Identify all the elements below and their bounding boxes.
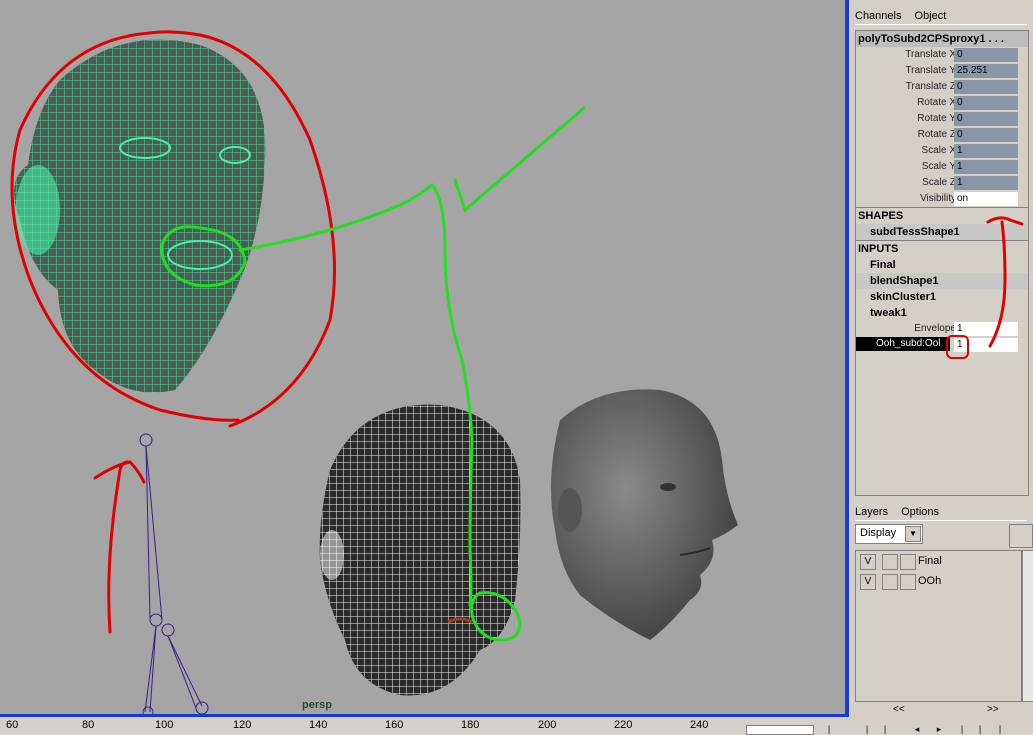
layer-playback-toggle[interactable] [882, 574, 898, 590]
layer-menubar: Layers Options [855, 504, 1027, 521]
channel-row[interactable]: Scale X1 [856, 143, 1028, 159]
channel-row[interactable]: Rotate X0 [856, 95, 1028, 111]
inputs-header: INPUTS [856, 240, 1028, 257]
step-back-button[interactable]: | [860, 724, 874, 734]
channel-box-menubar: Channels Object [855, 8, 1027, 25]
input-node-tweak[interactable]: tweak1 [856, 305, 1028, 321]
layer-name[interactable]: Final [918, 555, 942, 567]
3d-viewport[interactable]: persp [0, 0, 845, 714]
step-forward-key-button[interactable]: | [955, 724, 969, 734]
envelope-value[interactable]: 1 [954, 322, 1018, 336]
channel-row[interactable]: Rotate Z0 [856, 127, 1028, 143]
channel-value[interactable]: 0 [954, 48, 1018, 62]
viewport-camera-label: persp [302, 699, 332, 711]
channel-value[interactable]: 0 [954, 128, 1018, 142]
envelope-label: Envelope [914, 323, 956, 334]
channel-row[interactable]: Rotate Y0 [856, 111, 1028, 127]
input-node-final[interactable]: Final [856, 257, 1028, 273]
channel-value[interactable]: 1 [954, 144, 1018, 158]
shapes-header: SHAPES [856, 207, 1028, 224]
shaded-head[interactable] [551, 389, 738, 640]
channel-value[interactable]: 0 [954, 80, 1018, 94]
layer-pager: << >> [855, 704, 1033, 717]
channel-row[interactable]: Scale Z1 [856, 175, 1028, 191]
channel-label: Scale Y [921, 161, 956, 172]
channel-value[interactable]: 0 [954, 112, 1018, 126]
channel-box: polyToSubd2CPSproxy1 . . . Translate X0 … [855, 30, 1029, 496]
menu-object[interactable]: Object [915, 10, 947, 22]
channel-box-panel: Channels Object polyToSubd2CPSproxy1 . .… [849, 0, 1033, 717]
go-to-end-button[interactable]: | [993, 724, 1007, 734]
layer-row[interactable]: V OOh [856, 571, 1021, 591]
play-forward-button[interactable]: ▸ [932, 724, 946, 734]
channel-label: Scale Z [922, 177, 956, 188]
next-page-button[interactable]: >> [987, 704, 999, 715]
layer-display-value: Display [860, 527, 897, 539]
new-layer-icon[interactable] [1009, 524, 1033, 548]
channel-value[interactable]: 0 [954, 96, 1018, 110]
previous-page-button[interactable]: << [893, 704, 905, 715]
layer-visibility-toggle[interactable]: V [860, 554, 876, 570]
layer-list: V Final V OOh [855, 550, 1022, 702]
timeline-tick: 180 [461, 719, 480, 731]
timeline-tick: 160 [385, 719, 404, 731]
channel-label: Translate Y [905, 65, 956, 76]
channel-label: Visibility [920, 193, 956, 204]
input-node-skincluster[interactable]: skinCluster1 [856, 289, 1028, 305]
envelope-row[interactable]: Envelope 1 [856, 321, 1028, 337]
input-node-blendshape[interactable]: blendShape1 [856, 273, 1028, 289]
timeline-tick: 240 [690, 719, 709, 731]
step-back-key-button[interactable]: | [878, 724, 892, 734]
current-frame-field[interactable] [746, 725, 814, 735]
skeleton-rig[interactable] [139, 433, 209, 714]
shape-node[interactable]: subdTessShape1 [856, 224, 1028, 240]
wireframe-head-green[interactable] [14, 39, 266, 393]
channel-row[interactable]: Visibility on [856, 191, 1028, 207]
channel-row[interactable]: Translate X0 [856, 47, 1028, 63]
layer-scrollbar[interactable] [1022, 550, 1033, 702]
wireframe-head-white[interactable] [319, 404, 521, 696]
timeline-tick: 140 [309, 719, 328, 731]
layer-display-dropdown[interactable]: Display ▼ [855, 524, 923, 544]
channel-value[interactable]: 1 [954, 160, 1018, 174]
node-name[interactable]: polyToSubd2CPSproxy1 . . . [856, 31, 1028, 47]
channel-label: Translate X [905, 49, 956, 60]
channel-row[interactable]: Translate Y 25.251 [856, 63, 1028, 79]
channel-row[interactable]: Scale Y1 [856, 159, 1028, 175]
chevron-down-icon[interactable]: ▼ [905, 526, 921, 542]
layer-display-type-toggle[interactable] [900, 574, 916, 590]
channel-label: Rotate Y [917, 113, 956, 124]
layer-editor: Layers Options Display ▼ V Final V OOh < [855, 500, 1033, 717]
timeline-tick: 120 [233, 719, 252, 731]
channel-value[interactable]: 1 [954, 176, 1018, 190]
menu-options[interactable]: Options [901, 506, 939, 518]
channel-row[interactable]: Translate Z0 [856, 79, 1028, 95]
menu-layers[interactable]: Layers [855, 506, 888, 518]
timeline-tick: 200 [538, 719, 557, 731]
layer-playback-toggle[interactable] [882, 554, 898, 570]
layer-row[interactable]: V Final [856, 551, 1021, 571]
channel-value[interactable]: 25.251 [954, 64, 1018, 78]
go-to-start-button[interactable]: | [822, 724, 836, 734]
menu-channels[interactable]: Channels [855, 10, 901, 22]
layer-display-type-toggle[interactable] [900, 554, 916, 570]
channel-label: Scale X [921, 145, 956, 156]
layer-name[interactable]: OOh [918, 575, 941, 587]
blend-target-row[interactable]: Ooh_subd:Ool 1 [856, 337, 1028, 353]
blend-target-value[interactable]: 1 [954, 338, 1018, 352]
timeline-tick: 80 [82, 719, 95, 731]
timeline-tick: 100 [155, 719, 174, 731]
channel-label: Translate Z [905, 81, 956, 92]
channel-value[interactable]: on [954, 192, 1018, 206]
step-forward-button[interactable]: | [973, 724, 987, 734]
blend-target-label: Ooh_subd:Ool [856, 337, 950, 351]
channel-label: Rotate X [917, 97, 956, 108]
channel-label: Rotate Z [917, 129, 956, 140]
timeline-tick: 60 [6, 719, 19, 731]
play-backward-button[interactable]: ◂ [910, 724, 924, 734]
timeline-tick: 220 [614, 719, 633, 731]
layer-visibility-toggle[interactable]: V [860, 574, 876, 590]
